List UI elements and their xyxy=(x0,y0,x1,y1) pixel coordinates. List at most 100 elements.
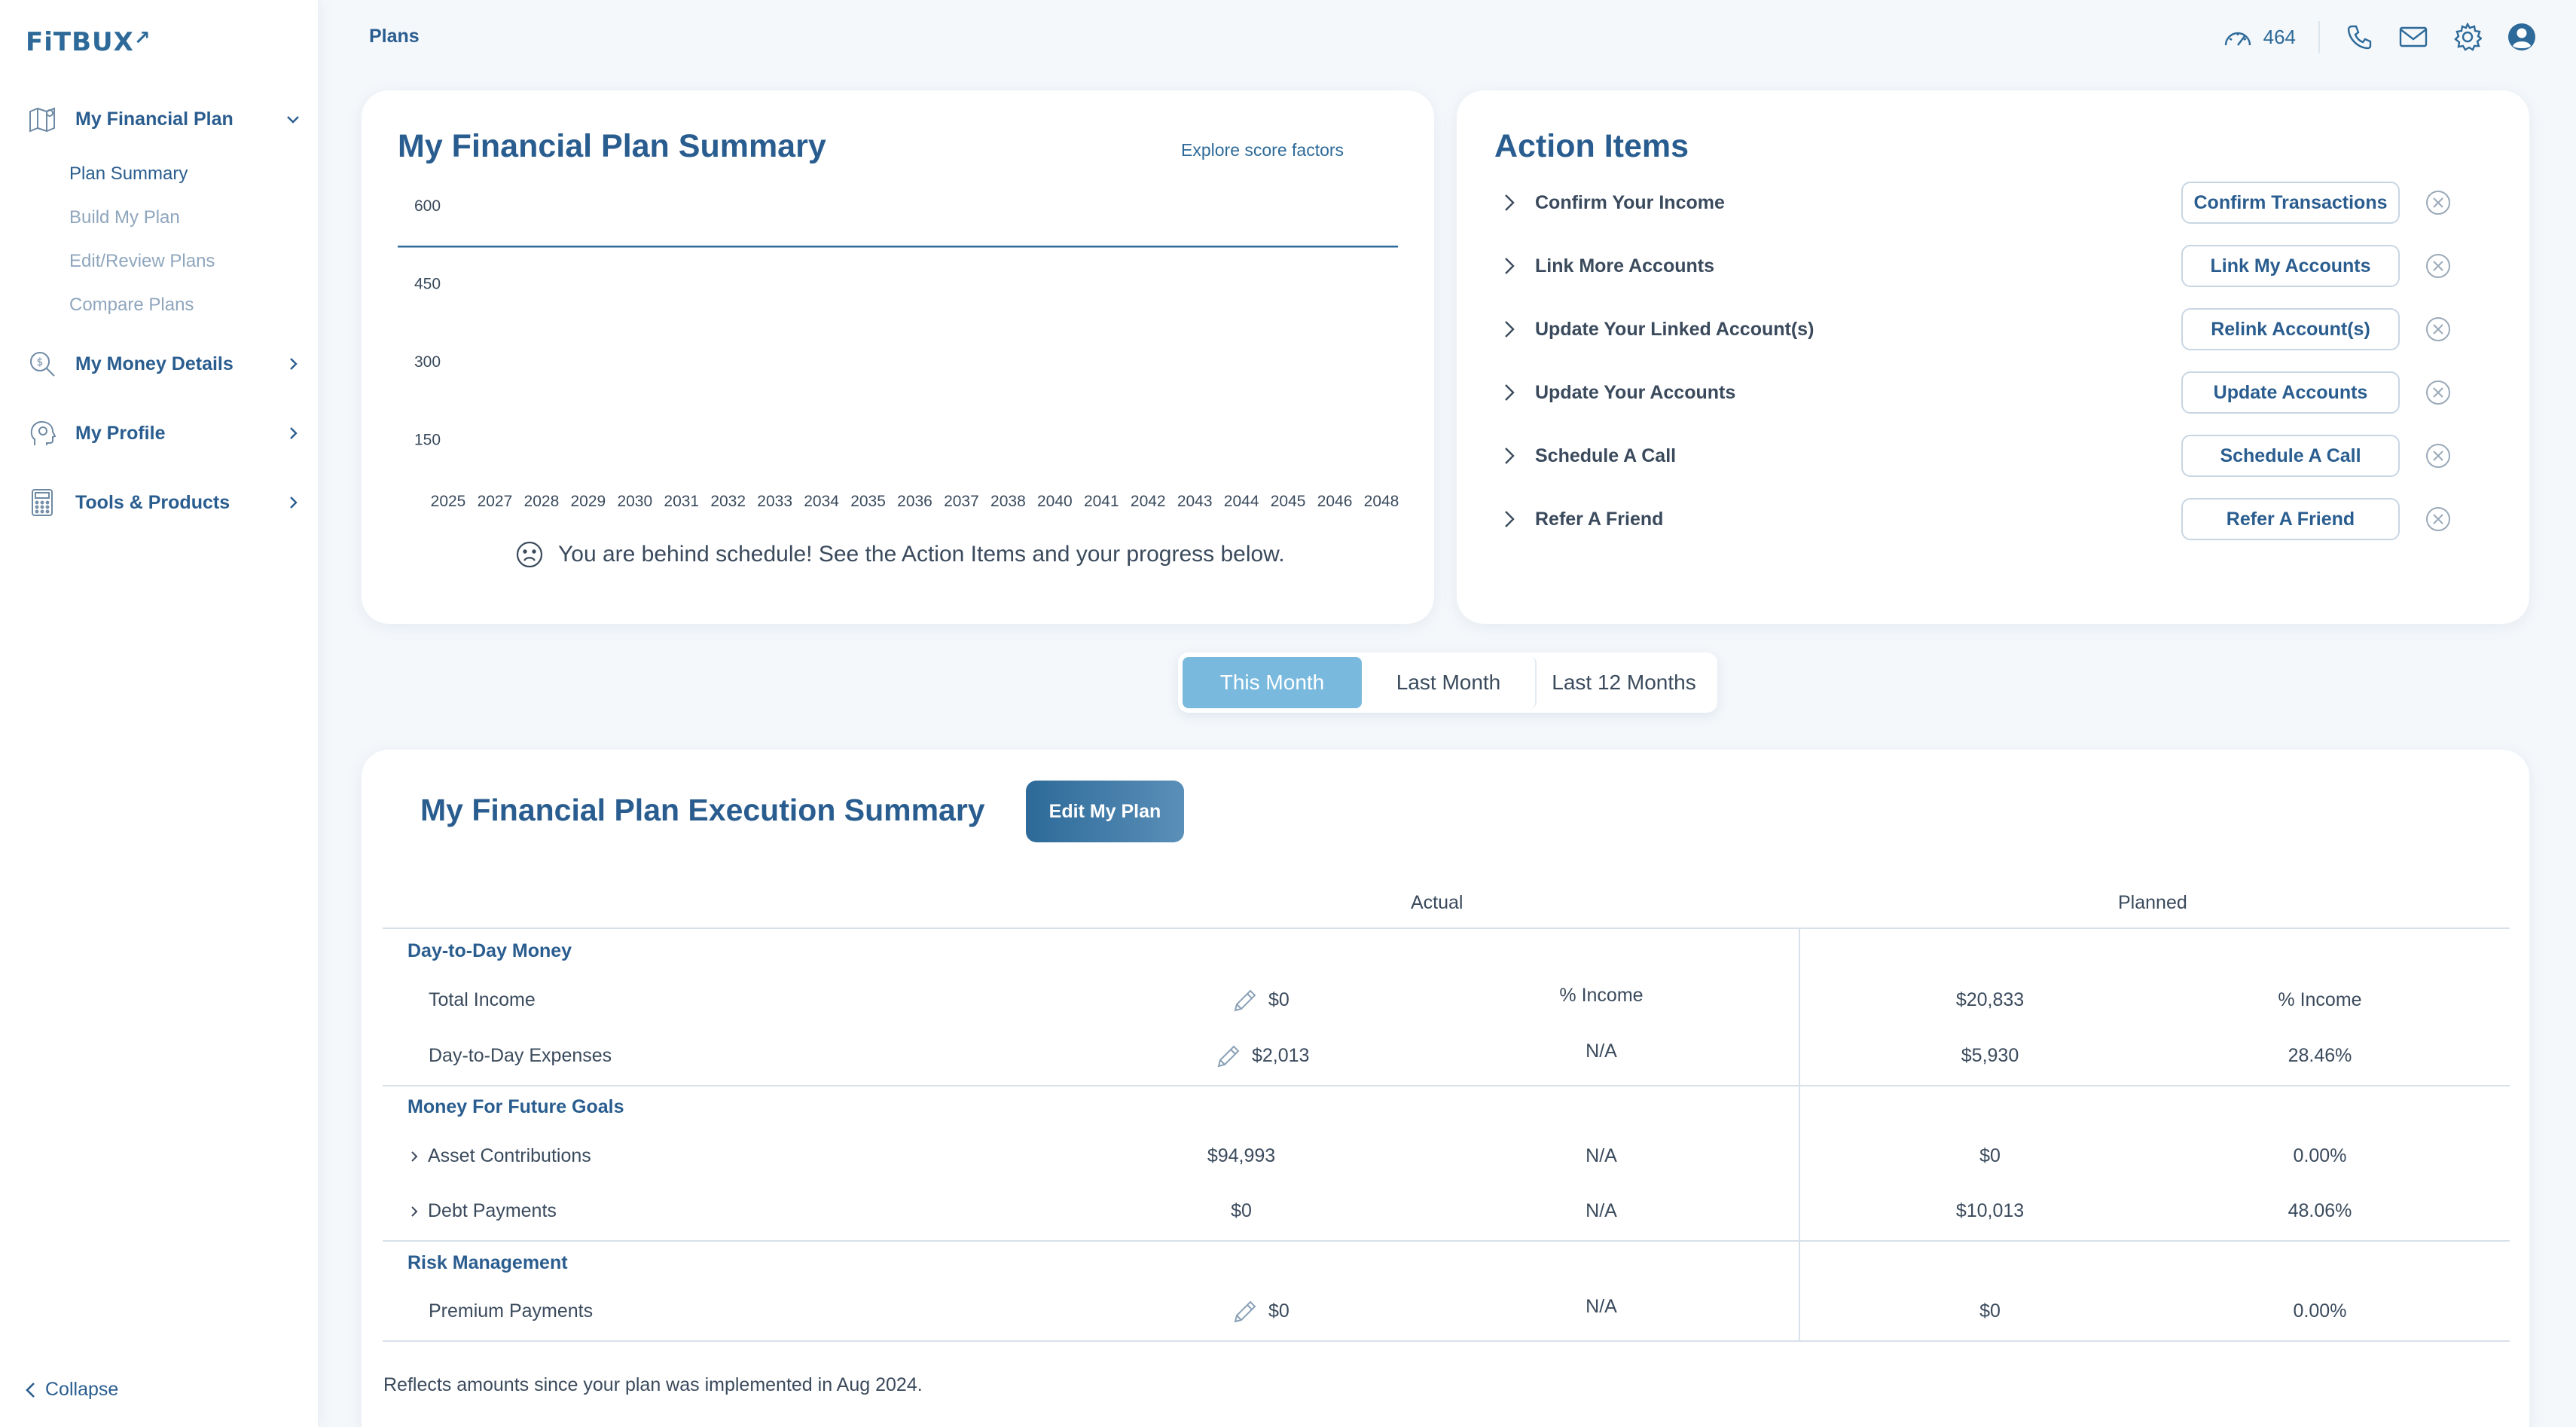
sidebar-subitem-edit-review-plans[interactable]: Edit/Review Plans xyxy=(69,251,215,272)
action-item-button[interactable]: Confirm Transactions xyxy=(2181,182,2400,224)
execution-summary-title: My Financial Plan Execution Summary xyxy=(420,793,985,827)
dismiss-icon[interactable] xyxy=(2424,315,2452,344)
schedule-status: You are behind schedule! See the Action … xyxy=(514,539,1285,570)
column-divider xyxy=(1799,929,1800,1340)
sidebar-item-my-money-details[interactable]: $ My Money Details xyxy=(26,347,304,380)
collapse-sidebar-button[interactable]: Collapse xyxy=(23,1379,118,1401)
fitbux-logo[interactable]: FiTBUX↗ xyxy=(26,27,151,57)
logo-text: FiTBUX xyxy=(26,27,134,57)
action-item-label: Update Your Accounts xyxy=(1535,381,1736,403)
x-tick-label: 2048 xyxy=(1364,493,1399,510)
action-item-button[interactable]: Link My Accounts xyxy=(2181,245,2400,287)
chevron-right-icon[interactable] xyxy=(1494,251,1525,281)
tab-last-month[interactable]: Last Month xyxy=(1362,657,1537,708)
planned-value: $5,930 xyxy=(1961,1045,2019,1066)
footnote: Reflects amounts since your plan was imp… xyxy=(383,1374,923,1395)
explore-score-factors-link[interactable]: Explore score factors xyxy=(1181,140,1344,160)
x-tick-label: 2027 xyxy=(478,493,513,510)
pencil-icon[interactable] xyxy=(1231,986,1259,1015)
chevron-right-icon[interactable] xyxy=(1494,377,1525,408)
row-label-text: Debt Payments xyxy=(428,1200,557,1221)
column-header-actual: Actual xyxy=(1411,892,1463,913)
actual-percent: N/A xyxy=(1586,1296,1617,1317)
dismiss-icon[interactable] xyxy=(2424,442,2452,470)
x-tick-label: 2029 xyxy=(570,493,606,510)
breadcrumb[interactable]: Plans xyxy=(369,26,420,47)
sidebar-item-label: My Profile xyxy=(75,422,166,444)
action-item-row: Schedule A Call Schedule A Call xyxy=(1494,432,2452,479)
dismiss-icon[interactable] xyxy=(2424,252,2452,280)
sidebar-subitem-build-my-plan[interactable]: Build My Plan xyxy=(69,207,180,228)
action-item-label: Link More Accounts xyxy=(1535,255,1714,277)
action-item-label: Update Your Linked Account(s) xyxy=(1535,318,1814,340)
gear-icon[interactable] xyxy=(2451,20,2484,53)
head-icon xyxy=(26,417,59,450)
dismiss-icon[interactable] xyxy=(2424,378,2452,407)
y-tick-label: 600 xyxy=(414,197,441,215)
score-value: 464 xyxy=(2263,25,2296,48)
user-icon[interactable] xyxy=(2505,20,2538,53)
chevron-right-icon[interactable] xyxy=(1494,188,1525,218)
toolbar-divider xyxy=(2318,21,2320,53)
sidebar-item-label: Tools & Products xyxy=(75,491,230,513)
sidebar-item-label: My Money Details xyxy=(75,353,233,374)
action-item-button[interactable]: Relink Account(s) xyxy=(2181,308,2400,350)
sidebar-item-tools-products[interactable]: Tools & Products xyxy=(26,486,304,519)
pencil-icon[interactable] xyxy=(1231,1297,1259,1326)
action-item-row: Confirm Your Income Confirm Transactions xyxy=(1494,179,2452,226)
pencil-icon[interactable] xyxy=(1214,1042,1243,1071)
tab-last-12-months[interactable]: Last 12 Months xyxy=(1537,657,1711,708)
chevron-right-icon xyxy=(408,1149,420,1164)
edit-my-plan-button[interactable]: Edit My Plan xyxy=(1026,781,1184,842)
summary-card-title: My Financial Plan Summary xyxy=(398,128,826,164)
chevron-down-icon xyxy=(282,108,304,130)
actual-percent: N/A xyxy=(1586,1145,1617,1166)
action-item-button[interactable]: Update Accounts xyxy=(2181,371,2400,414)
action-item-row: Update Your Linked Account(s) Relink Acco… xyxy=(1494,306,2452,353)
chevron-right-icon[interactable] xyxy=(1494,441,1525,471)
planned-value: $0 xyxy=(1979,1300,2001,1322)
y-tick-label: 300 xyxy=(414,353,441,371)
table-row-label: Day-to-Day Expenses xyxy=(429,1045,612,1066)
action-item-button[interactable]: Refer A Friend xyxy=(2181,498,2400,540)
action-item-label: Refer A Friend xyxy=(1535,508,1664,530)
score-indicator[interactable]: 464 xyxy=(2223,26,2296,49)
table-row-label[interactable]: Debt Payments xyxy=(408,1200,557,1222)
sidebar-item-my-financial-plan[interactable]: My Financial Plan xyxy=(26,102,304,136)
chevron-right-icon[interactable] xyxy=(1494,504,1525,534)
chevron-right-icon xyxy=(408,1204,420,1219)
tab-this-month[interactable]: This Month xyxy=(1183,657,1362,708)
planned-percent: 48.06% xyxy=(2288,1200,2352,1221)
schedule-status-text: You are behind schedule! See the Action … xyxy=(558,542,1285,567)
logo-arrow-icon: ↗ xyxy=(133,27,151,50)
x-tick-label: 2045 xyxy=(1271,493,1306,510)
chevron-right-icon xyxy=(282,353,304,375)
x-tick-label: 2031 xyxy=(664,493,699,510)
phone-icon[interactable] xyxy=(2343,20,2376,53)
action-item-button[interactable]: Schedule A Call xyxy=(2181,435,2400,477)
x-tick-label: 2034 xyxy=(804,493,839,510)
action-items-card xyxy=(1457,90,2529,624)
actual-percent: % Income xyxy=(1559,985,1644,1006)
x-tick-label: 2046 xyxy=(1317,493,1353,510)
planned-percent: % Income xyxy=(2278,989,2362,1010)
actual-value: $0 xyxy=(1268,989,1290,1010)
sidebar-subitem-compare-plans[interactable]: Compare Plans xyxy=(69,295,194,316)
table-row-label[interactable]: Asset Contributions xyxy=(408,1145,591,1167)
sidebar-item-label: My Financial Plan xyxy=(75,108,233,130)
dismiss-icon[interactable] xyxy=(2424,505,2452,533)
planned-percent: 28.46% xyxy=(2288,1045,2352,1066)
actual-value: $94,993 xyxy=(1207,1145,1276,1166)
actual-value: $0 xyxy=(1231,1200,1252,1221)
mail-icon[interactable] xyxy=(2397,20,2430,53)
sidebar-item-my-profile[interactable]: My Profile xyxy=(26,417,304,450)
sidebar-subitem-plan-summary[interactable]: Plan Summary xyxy=(69,163,188,185)
chevron-right-icon[interactable] xyxy=(1494,314,1525,344)
action-item-row: Refer A Friend Refer A Friend xyxy=(1494,496,2452,542)
x-tick-label: 2040 xyxy=(1037,493,1073,510)
chevron-right-icon xyxy=(282,422,304,445)
action-item-label: Schedule A Call xyxy=(1535,445,1677,466)
table-divider xyxy=(383,927,2510,929)
dismiss-icon[interactable] xyxy=(2424,188,2452,217)
x-tick-label: 2025 xyxy=(431,493,466,510)
